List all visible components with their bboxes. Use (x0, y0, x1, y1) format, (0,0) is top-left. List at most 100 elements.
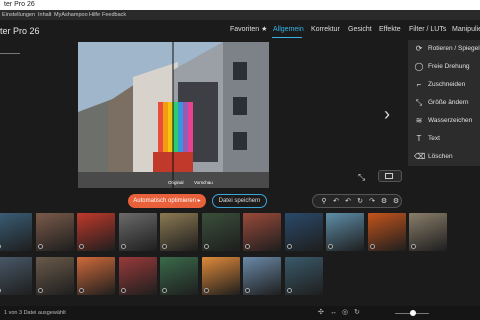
tool-label: Zuschneiden (428, 81, 466, 88)
select-checkbox[interactable] (0, 244, 1, 249)
tools-panel: ⟳ Rotieren / Spiegeln ◯ Freie Drehung ⌐ Zusch… (408, 40, 480, 166)
thumbnail[interactable] (243, 257, 281, 295)
menu-item-settings[interactable]: Einstellungen (2, 10, 35, 20)
text-icon: T (416, 134, 422, 143)
tab-general[interactable]: Allgemein (273, 24, 304, 36)
select-checkbox[interactable] (79, 244, 84, 249)
fit-icon[interactable]: ✣ (318, 309, 324, 317)
thumbnail[interactable] (409, 213, 447, 251)
target-icon[interactable]: ◎ (342, 309, 348, 317)
thumbnail[interactable] (284, 257, 323, 295)
auto-optimize-arrow-icon: ▸ (197, 198, 201, 204)
delete-icon: ⌫ (414, 152, 426, 161)
select-checkbox[interactable] (203, 288, 209, 293)
zoom-slider-knob[interactable] (410, 310, 416, 316)
select-checkbox[interactable] (203, 244, 209, 249)
crop-icon: ⌐ (416, 80, 422, 89)
select-checkbox[interactable] (37, 244, 43, 249)
tab-face[interactable]: Gesicht (348, 24, 372, 36)
thumbnail[interactable] (77, 213, 115, 251)
settings-icon[interactable]: ⚙ (379, 197, 389, 207)
select-checkbox[interactable] (328, 244, 333, 249)
select-checkbox[interactable] (120, 244, 126, 249)
thumbnail[interactable] (0, 257, 32, 295)
thumbnail[interactable] (35, 257, 74, 295)
menu-item-help[interactable]: Hilfe (89, 10, 100, 20)
street-photo-image (78, 42, 269, 188)
tool-label: Rotieren / Spiegeln (428, 45, 480, 52)
tool-item-delete[interactable]: ⌫ Löschen (408, 148, 480, 166)
title-bar: ter Pro 26 (0, 0, 480, 10)
collapse-icon[interactable]: ⤡ (358, 172, 365, 183)
select-checkbox[interactable] (162, 288, 167, 293)
rotate-right-icon[interactable]: ↻ (355, 197, 365, 207)
select-checkbox[interactable] (120, 288, 126, 293)
gear-icon[interactable]: ⚙ (391, 197, 401, 207)
thumbnail[interactable] (35, 213, 74, 251)
next-image-chevron-icon[interactable]: › (384, 104, 390, 125)
tab-correction[interactable]: Korrektur (311, 24, 340, 36)
thumbnail[interactable] (284, 213, 323, 251)
tool-item-rotate-crop[interactable]: ⟳ Rotieren / Spiegeln (408, 40, 480, 58)
select-checkbox[interactable] (245, 244, 250, 249)
thumbnail[interactable] (326, 213, 364, 251)
thumbnail[interactable] (243, 213, 281, 251)
tool-label: Freie Drehung (428, 63, 470, 70)
thumbnail-strip (0, 212, 447, 298)
free-rotate-icon: ◯ (414, 62, 424, 71)
save-file-button[interactable]: Datei speichern (212, 194, 267, 208)
select-checkbox[interactable] (37, 288, 43, 293)
tab-effects[interactable]: Effekte (379, 24, 401, 36)
side-slider[interactable] (0, 53, 20, 54)
category-tabs: Favoriten ★ Allgemein Korrektur Gesicht … (220, 24, 480, 36)
thumbnail[interactable] (0, 213, 32, 251)
tool-label: Größe ändern (428, 99, 469, 106)
menu-item-feedback[interactable]: Feedback (102, 10, 126, 20)
thumbnail[interactable] (77, 257, 115, 295)
undo-all-icon[interactable]: ↶ (343, 197, 353, 207)
select-checkbox[interactable] (411, 244, 416, 249)
window-title: ter Pro 26 (4, 1, 35, 8)
preview-label: Vorschau (194, 180, 213, 185)
app-name: ter Pro 26 (0, 26, 40, 36)
thumbnail[interactable] (201, 213, 240, 251)
menu-item-myashampoo[interactable]: MyAshampoo (54, 10, 88, 20)
tool-item-free-rotate[interactable]: ◯ Freie Drehung (408, 58, 480, 76)
tab-favorites[interactable]: Favoriten ★ (230, 24, 267, 36)
select-checkbox[interactable] (79, 288, 84, 293)
pipette-icon[interactable]: ⚲ (319, 197, 329, 207)
thumbnail[interactable] (160, 213, 198, 251)
main-photo[interactable] (78, 42, 269, 188)
tab-manipulate[interactable]: Manipulie (452, 24, 480, 36)
select-checkbox[interactable] (0, 288, 1, 293)
swap-icon[interactable]: ↔ (330, 309, 337, 317)
thumbnail[interactable] (118, 213, 157, 251)
tool-item-resize[interactable]: ⤡ Größe ändern (408, 94, 480, 112)
auto-optimize-button[interactable]: Automatisch optimieren ▸ (128, 194, 206, 208)
thumbnail[interactable] (367, 213, 406, 251)
rotate-crop-icon: ⟳ (415, 44, 423, 53)
thumbnail[interactable] (201, 257, 240, 295)
menu-bar: Einstellungen Inhalt MyAshampoo Hilfe Fe… (0, 10, 480, 20)
tab-filter-luts[interactable]: Filter / LUTs (409, 24, 446, 36)
menu-item-content[interactable]: Inhalt (38, 10, 51, 20)
select-checkbox[interactable] (286, 244, 292, 249)
select-checkbox[interactable] (369, 244, 375, 249)
redo-icon[interactable]: ↷ (367, 197, 377, 207)
select-checkbox[interactable] (286, 288, 292, 293)
status-bar: 1 von 3 Datei ausgewählt ✣ ↔ ◎ ↻ (0, 306, 480, 320)
tool-item-crop[interactable]: ⌐ Zuschneiden (408, 76, 480, 94)
undo-icon[interactable]: ↶ (331, 197, 341, 207)
original-label: Original (168, 180, 184, 185)
tool-item-text[interactable]: T Text (408, 130, 480, 148)
edit-toolbox: ⚲ ↶ ↶ ↻ ↷ ⚙ ⚙ (312, 194, 402, 208)
thumbnail[interactable] (160, 257, 198, 295)
tool-item-watermark[interactable]: ≋ Wasserzeichen (408, 112, 480, 130)
select-checkbox[interactable] (162, 244, 167, 249)
thumbnail[interactable] (118, 257, 157, 295)
view-toggle-button[interactable] (378, 170, 402, 182)
active-tab-indicator (272, 37, 302, 38)
select-checkbox[interactable] (245, 288, 250, 293)
refresh-icon[interactable]: ↻ (354, 309, 360, 317)
tool-label: Text (428, 135, 440, 142)
